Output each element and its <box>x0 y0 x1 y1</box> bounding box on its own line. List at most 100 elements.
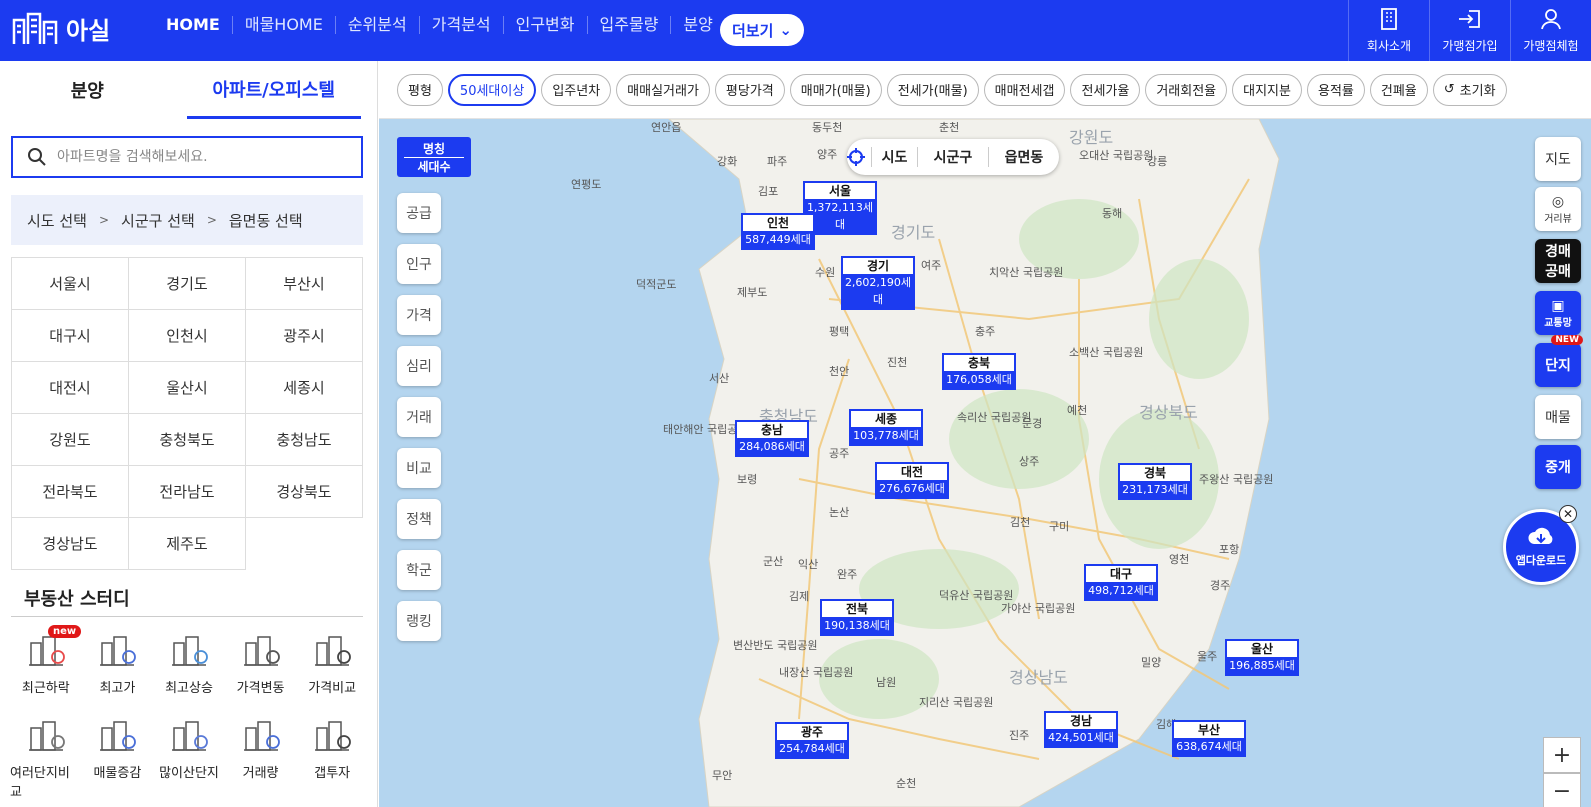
filter-chip[interactable]: 용적률 <box>1306 73 1365 106</box>
filter-chip[interactable]: 평당가격 <box>714 73 785 106</box>
nav-item[interactable]: 매물HOME <box>231 16 335 34</box>
nav-item[interactable]: HOME <box>166 16 232 34</box>
filter-chip[interactable]: 거래회전율 <box>1145 73 1228 106</box>
region-item[interactable]: 충청남도 <box>246 414 363 466</box>
map-side-button[interactable]: 랭킹 <box>397 601 441 641</box>
marker-count: 176,058세대 <box>944 371 1014 388</box>
map-right-button[interactable]: 중개 <box>1535 445 1581 489</box>
region-item[interactable]: 경상남도 <box>12 518 129 570</box>
filter-chip[interactable]: 입주년차 <box>541 73 612 106</box>
close-icon[interactable]: ✕ <box>1559 505 1577 523</box>
study-item[interactable]: new 최근하락 <box>10 625 82 696</box>
map-side-button[interactable]: 인구 <box>397 244 441 284</box>
franchise-join-button[interactable]: 가맹점가입 <box>1429 0 1510 61</box>
level-sigungu-button[interactable]: 시군구 <box>917 147 988 167</box>
map-side-button[interactable]: 거래 <box>397 397 441 437</box>
filter-chip[interactable]: 전세가율 <box>1070 73 1141 106</box>
study-item[interactable]: 많이산단지 <box>153 714 225 800</box>
region-marker[interactable]: 대전 276,676세대 <box>875 462 949 499</box>
map-side-button[interactable]: 학군 <box>397 550 441 590</box>
region-marker[interactable]: 부산 638,674세대 <box>1172 720 1246 757</box>
region-item[interactable]: 부산시 <box>246 258 363 310</box>
map-right-button[interactable]: 지도 <box>1535 137 1581 181</box>
zoom-in-button[interactable]: + <box>1543 737 1581 773</box>
study-item[interactable]: 최고가 <box>82 629 154 696</box>
study-item[interactable]: 가격변동 <box>225 629 297 696</box>
breadcrumb-sido[interactable]: 시도 선택 <box>27 210 87 231</box>
company-info-button[interactable]: 회사소개 <box>1348 0 1429 61</box>
region-item[interactable]: 경상북도 <box>246 466 363 518</box>
study-item[interactable]: 갭투자 <box>296 714 368 800</box>
filter-chip[interactable]: 대지지분 <box>1232 73 1302 106</box>
breadcrumb-sigungu[interactable]: 시군구 선택 <box>121 210 195 231</box>
region-item[interactable]: 전라북도 <box>12 466 129 518</box>
filter-chip[interactable]: 매매가(매물) <box>789 73 882 106</box>
region-item[interactable]: 세종시 <box>246 362 363 414</box>
zoom-out-button[interactable]: − <box>1543 773 1581 807</box>
more-button[interactable]: 더보기 ⌄ <box>720 14 804 46</box>
region-item[interactable]: 제주도 <box>129 518 246 570</box>
region-marker[interactable]: 경남 424,501세대 <box>1044 711 1118 748</box>
region-marker[interactable]: 전북 190,138세대 <box>820 599 894 636</box>
filter-chip[interactable]: 건폐율 <box>1369 73 1428 106</box>
region-marker[interactable]: 충남 284,086세대 <box>735 420 809 457</box>
map-side-button[interactable]: 정책 <box>397 499 441 539</box>
filter-chip[interactable]: 매매실거래가 <box>616 73 710 106</box>
region-item[interactable]: 인천시 <box>129 310 246 362</box>
region-item[interactable]: 전라남도 <box>129 466 246 518</box>
region-item[interactable]: 광주시 <box>246 310 363 362</box>
map-right-button[interactable]: 매물 <box>1535 395 1581 439</box>
nav-item[interactable]: 가격분석 <box>418 16 503 34</box>
filter-chip[interactable]: 전세가(매물) <box>886 73 979 106</box>
tab-presale[interactable]: 분양 <box>0 61 175 119</box>
map-side-button[interactable]: 비교 <box>397 448 441 488</box>
franchise-trial-button[interactable]: 가맹점체험 <box>1510 0 1591 61</box>
region-item[interactable]: 충청북도 <box>129 414 246 466</box>
map-right-button[interactable]: 단지 NEW <box>1535 335 1583 387</box>
study-item[interactable]: 매물증감 <box>82 714 154 800</box>
study-item[interactable]: 거래량 <box>225 714 297 800</box>
region-item[interactable]: 경기도 <box>129 258 246 310</box>
region-item[interactable]: 울산시 <box>129 362 246 414</box>
level-eupmyeondong-button[interactable]: 읍면동 <box>988 147 1059 167</box>
study-item[interactable]: 최고상승 <box>153 629 225 696</box>
filter-chip[interactable]: 매매전세갭 <box>983 73 1066 106</box>
filter-chip[interactable]: 평형 <box>397 73 443 106</box>
region-item[interactable]: 대구시 <box>12 310 129 362</box>
map-view[interactable]: 연안읍 동두천 춘천 강화 파주 양주 강릉 연평도 김포 동해 덕적군도 제부도 수원 여주 치악산 국립… <box>379 119 1591 807</box>
region-marker[interactable]: 경기 2,602,190세대 <box>841 256 915 310</box>
logo-icon <box>12 12 58 44</box>
region-marker[interactable]: 울산 196,885세대 <box>1225 639 1299 676</box>
region-marker[interactable]: 대구 498,712세대 <box>1084 564 1158 601</box>
reset-icon: ↺ <box>1443 82 1455 97</box>
nav-item[interactable]: 입주물량 <box>586 16 671 34</box>
study-item[interactable]: 여러단지비교 <box>10 714 82 800</box>
map-side-button[interactable]: 가격 <box>397 295 441 335</box>
name-count-toggle[interactable]: 명칭 세대수 <box>397 137 471 177</box>
study-item[interactable]: 가격비교 <box>296 629 368 696</box>
region-item[interactable]: 강원도 <box>12 414 129 466</box>
nav-item[interactable]: 순위분석 <box>334 16 419 34</box>
reset-filter-button[interactable]: ↺ 초기화 <box>1432 73 1507 106</box>
nav-item[interactable]: 분양 <box>670 16 724 34</box>
region-item[interactable]: 대전시 <box>12 362 129 414</box>
region-item[interactable]: 서울시 <box>12 258 129 310</box>
level-sido-button[interactable]: 시도 <box>847 147 917 167</box>
breadcrumb-eupmyeondong[interactable]: 읍면동 선택 <box>229 210 303 231</box>
region-marker[interactable]: 광주 254,784세대 <box>775 722 849 759</box>
logo[interactable]: 아실 <box>12 10 110 46</box>
tab-apartment-officetel[interactable]: 아파트/오피스텔 <box>186 61 361 119</box>
map-right-button[interactable]: ▣ 교통망 <box>1535 291 1581 335</box>
search-input[interactable] <box>57 149 361 165</box>
region-marker[interactable]: 경북 231,173세대 <box>1118 463 1192 500</box>
map-side-button[interactable]: 심리 <box>397 346 441 386</box>
chart-building-icon <box>243 721 280 751</box>
filter-chip[interactable]: 50세대이상 <box>447 73 537 106</box>
region-marker[interactable]: 세종 103,778세대 <box>849 409 923 446</box>
nav-item[interactable]: 인구변화 <box>502 16 587 34</box>
map-side-button[interactable]: 공급 <box>397 193 441 233</box>
map-right-button[interactable]: ◎ 거리뷰 <box>1535 187 1581 231</box>
region-marker[interactable]: 인천 587,449세대 <box>741 213 815 250</box>
map-right-button[interactable]: 경매 공매 <box>1535 239 1581 283</box>
region-marker[interactable]: 충북 176,058세대 <box>942 353 1016 390</box>
